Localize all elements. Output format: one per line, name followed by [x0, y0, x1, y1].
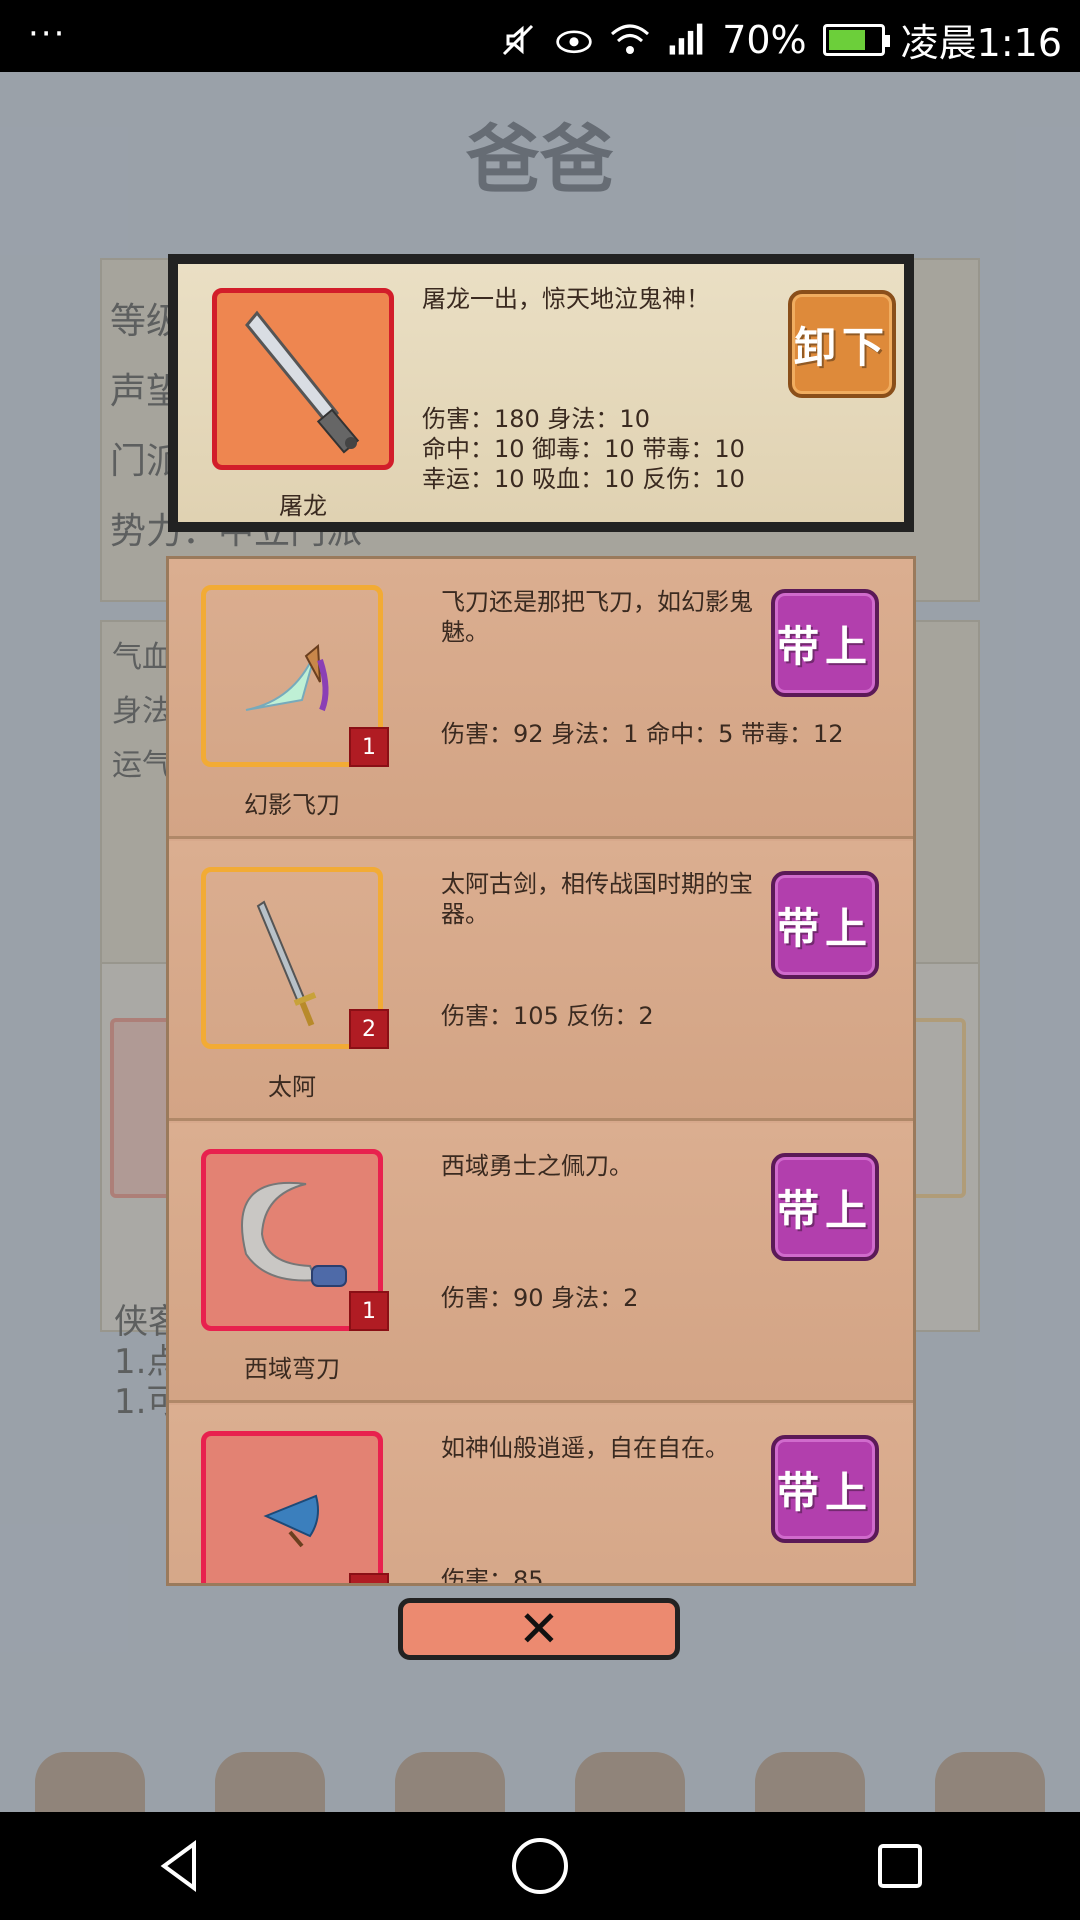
battery-percent: 70% [722, 17, 807, 62]
eye-icon [554, 20, 594, 60]
item-name: 太阿 [268, 1073, 316, 1101]
item-stats: 伤害：92 身法：1 命中：5 带毒：12 [441, 720, 844, 748]
item-name: 西域弯刀 [244, 1355, 340, 1383]
equip-button[interactable]: 带上 [771, 1435, 879, 1543]
item-description: 太阿古剑，相传战国时期的宝器。 [441, 870, 753, 928]
item-name: 幻影飞刀 [244, 791, 340, 819]
stat-line: 伤害：180 身法：10 [422, 405, 650, 433]
wifi-icon [610, 20, 650, 60]
home-circle-icon [512, 1838, 568, 1894]
recents-square-icon [878, 1844, 922, 1888]
battery-icon [822, 23, 890, 56]
mute-icon [498, 20, 538, 60]
back-triangle-icon [160, 1840, 196, 1892]
equipped-item-slot[interactable] [212, 288, 394, 470]
equipped-item-stats: 伤害：180 身法：10 命中：10 御毒：10 带毒：10 幸运：10 吸血：… [422, 404, 745, 494]
unequip-button[interactable]: 卸下 [788, 290, 896, 398]
item-slot[interactable] [201, 1431, 383, 1583]
inventory-list[interactable]: 1 幻影飞刀 飞刀还是那把飞刀，如幻影鬼魅。 伤害：92 身法：1 命中：5 带… [166, 556, 916, 1586]
equip-button[interactable]: 带上 [771, 1153, 879, 1261]
list-item: 2 太阿 太阿古剑，相传战国时期的宝器。 伤害：105 反伤：2 带上 [169, 841, 913, 1121]
equip-button[interactable]: 带上 [771, 589, 879, 697]
list-item: 1 西域弯刀 西域勇士之佩刀。 伤害：90 身法：2 带上 [169, 1123, 913, 1403]
list-item: 1 幻影飞刀 飞刀还是那把飞刀，如幻影鬼魅。 伤害：92 身法：1 命中：5 带… [169, 559, 913, 839]
stat-line: 命中：10 御毒：10 带毒：10 [422, 435, 745, 463]
system-nav-bar [0, 1812, 1080, 1920]
stat-line: 幸运：10 吸血：10 反伤：10 [422, 465, 745, 493]
item-stats: 伤害：90 身法：2 [441, 1284, 639, 1312]
recents-button[interactable] [860, 1826, 940, 1906]
equipped-item-name: 屠龙 [279, 492, 327, 520]
status-icons: 70% 凌晨1:16 [498, 12, 1062, 67]
item-count-badge: 2 [349, 1009, 389, 1049]
home-button[interactable] [500, 1826, 580, 1906]
item-count-badge: 1 [349, 1291, 389, 1331]
item-count-badge: 1 [349, 727, 389, 767]
item-description: 如神仙般逍遥，自在自在。 [441, 1434, 729, 1462]
fan-icon [263, 1494, 319, 1548]
item-description: 飞刀还是那把飞刀，如幻影鬼魅。 [441, 588, 753, 646]
overflow-menu-icon: ··· [28, 14, 67, 54]
close-button[interactable]: ✕ [398, 1598, 680, 1660]
sword-icon [245, 310, 360, 454]
clock: 凌晨1:16 [900, 21, 1062, 65]
close-icon: ✕ [518, 1600, 560, 1658]
list-item: 如神仙般逍遥，自在自在。 伤害：85 带上 [169, 1405, 913, 1586]
item-description: 西域勇士之佩刀。 [441, 1152, 633, 1180]
status-bar: ··· 70% 凌晨1:16 [0, 0, 1080, 72]
equipped-item-card: 屠龙 屠龙一出，惊天地泣鬼神！ 伤害：180 身法：10 命中：10 御毒：10… [168, 254, 914, 532]
item-count-badge [349, 1573, 389, 1583]
item-stats: 伤害：85 [441, 1566, 544, 1586]
item-stats: 伤害：105 反伤：2 [441, 1002, 654, 1030]
equip-button[interactable]: 带上 [771, 871, 879, 979]
cell-signal-icon [666, 20, 706, 60]
back-button[interactable] [140, 1826, 220, 1906]
equipped-item-description: 屠龙一出，惊天地泣鬼神！ [422, 285, 710, 313]
